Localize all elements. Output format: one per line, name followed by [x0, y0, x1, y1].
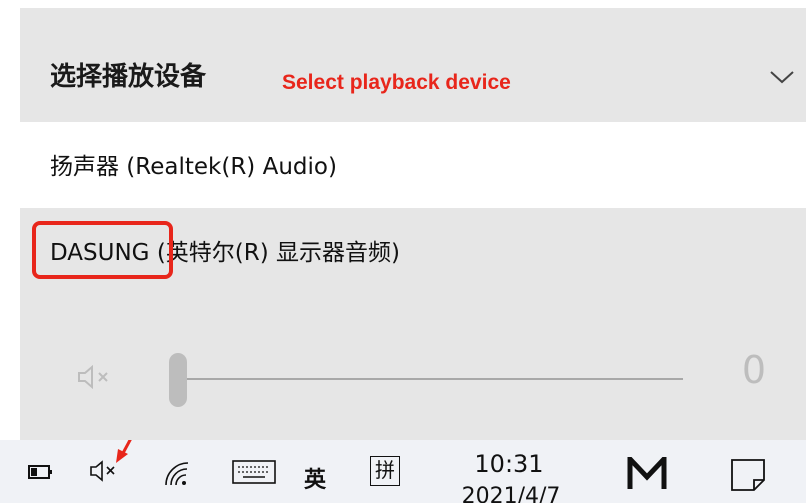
- flyout-title: 选择播放设备: [50, 62, 207, 92]
- device-label: 扬声器 (Realtek(R) Audio): [50, 154, 337, 180]
- flyout-header: 选择播放设备 Select playback device: [20, 8, 806, 120]
- volume-slider-track[interactable]: [178, 378, 683, 380]
- clock-time[interactable]: 10:31: [454, 450, 564, 478]
- ime-language-toggle[interactable]: 英: [304, 462, 326, 494]
- battery-icon[interactable]: [28, 462, 54, 482]
- ime-mode-toggle[interactable]: 拼: [370, 456, 400, 486]
- wifi-icon[interactable]: [160, 458, 194, 488]
- device-item-realtek[interactable]: 扬声器 (Realtek(R) Audio): [20, 122, 806, 208]
- device-item-dasung[interactable]: DASUNG (英特尔(R) 显示器音频): [20, 208, 806, 294]
- playback-device-flyout: 选择播放设备 Select playback device 扬声器 (Realt…: [20, 8, 806, 440]
- volume-value: 0: [741, 348, 767, 392]
- annotation-label: Select playback device: [282, 71, 511, 94]
- clock-date[interactable]: 2021/4/7: [446, 484, 576, 503]
- app-m-icon[interactable]: [626, 457, 668, 491]
- annotation-highlight-box: [32, 221, 173, 279]
- chevron-down-icon[interactable]: [768, 65, 796, 87]
- taskbar: 英 拼 10:31 2021/4/7: [0, 440, 806, 503]
- annotation-arrow-icon: [116, 440, 132, 463]
- volume-slider-thumb[interactable]: [169, 353, 187, 407]
- notification-icon[interactable]: [730, 458, 766, 492]
- keyboard-icon[interactable]: [232, 460, 276, 484]
- volume-row: 0: [20, 338, 806, 418]
- muted-speaker-icon[interactable]: [75, 362, 115, 392]
